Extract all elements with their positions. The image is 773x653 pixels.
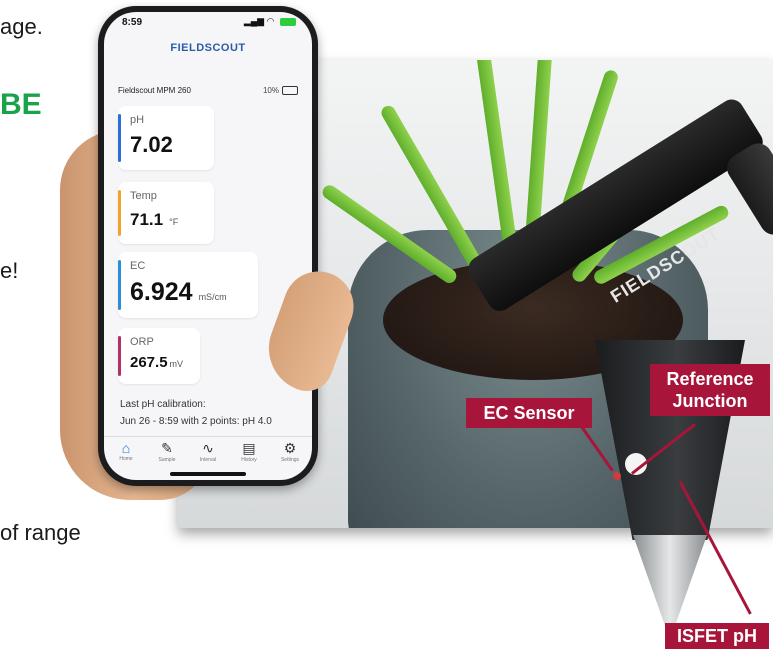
tab-label: Home [119,456,133,462]
device-battery-icon [282,86,298,96]
tab-label: History [241,457,257,463]
background-text-line-3: of range [0,520,81,545]
reading-number: 7.02 [130,132,173,157]
background-heading: BE [0,88,42,121]
ec-sensor-callout: EC Sensor [466,398,592,428]
tab-history[interactable]: ▤ History [229,440,269,463]
reference-junction-label-1: Reference [666,369,754,389]
reading-value: 6.924 mS/cm [130,278,227,307]
reading-accent-bar [118,336,121,376]
reading-unit: mV [169,359,184,369]
reading-value: 267.5 mV [130,354,183,371]
reading-number: 267.5 [130,354,168,371]
reading-label: Temp [130,190,157,202]
status-bar: 8:59 ▂▄▆ ◠ [104,12,312,34]
tab-sample[interactable]: ✎ Sample [147,440,187,463]
tab-settings[interactable]: ⚙ Settings [270,440,310,463]
probe-icon: ✎ [161,440,173,456]
home-indicator[interactable] [170,472,246,476]
reading-value: 71.1 °F [130,210,178,230]
status-time: 8:59 [122,17,143,28]
signal-icon: ▂▄▆ [243,16,265,26]
reading-accent-bar [118,190,121,236]
status-icons: ▂▄▆ ◠ [244,16,296,27]
ec-sensor-dot [613,472,621,480]
history-icon: ▤ [242,440,256,456]
tab-label: Settings [280,457,300,463]
calibration-detail: Jun 26 - 8:59 with 2 points: pH 4.0 [120,416,272,427]
battery-icon [280,17,296,26]
gear-icon: ⚙ [283,440,297,456]
device-battery: 10% [262,86,298,96]
reference-junction-label-2: Junction [672,391,748,411]
phone-screen: 8:59 ▂▄▆ ◠ FIELDSCOUT Fieldscout MPM 260… [104,12,312,480]
isfet-label: ISFET pH [677,626,757,646]
background-text-line-2: e! [0,258,19,283]
device-battery-level: 10% [262,86,279,95]
chart-line-icon: ∿ [202,440,214,456]
reading-card-ph[interactable]: pH 7.02 [118,106,214,170]
reading-number: 6.924 [130,278,193,306]
app-brand-logo: FIELDSCOUT [170,42,246,54]
reading-unit: mS/cm [198,292,227,302]
reading-unit: °F [169,217,179,227]
reading-number: 71.1 [130,210,164,229]
calibration-info: Last pH calibration: Jun 26 - 8:59 with … [120,396,310,430]
reading-label: EC [130,260,146,272]
reading-value: 7.02 [130,132,173,158]
tabbar-divider [104,436,312,437]
tab-label: Interval [199,457,217,463]
reference-junction-callout: Reference Junction [650,364,770,416]
tab-interval[interactable]: ∿ Interval [188,440,228,463]
device-name: Fieldscout MPM 260 [118,86,191,95]
reading-label: ORP [130,336,154,348]
wifi-icon: ◠ [266,16,275,26]
tab-home[interactable]: ⌂ Home [106,440,146,462]
ec-sensor-label: EC Sensor [483,403,575,423]
background-text-line-1: age. [0,14,43,39]
reading-card-orp[interactable]: ORP 267.5 mV [118,328,200,384]
isfet-callout: ISFET pH [665,623,769,649]
reading-accent-bar [118,260,121,310]
tab-label: Sample [158,457,176,463]
home-icon: ⌂ [121,440,131,456]
reading-card-temp[interactable]: Temp 71.1 °F [118,182,214,244]
reading-label: pH [130,114,145,126]
reading-card-ec[interactable]: EC 6.924 mS/cm [118,252,258,318]
reading-accent-bar [118,114,121,162]
calibration-title: Last pH calibration: [120,399,206,410]
